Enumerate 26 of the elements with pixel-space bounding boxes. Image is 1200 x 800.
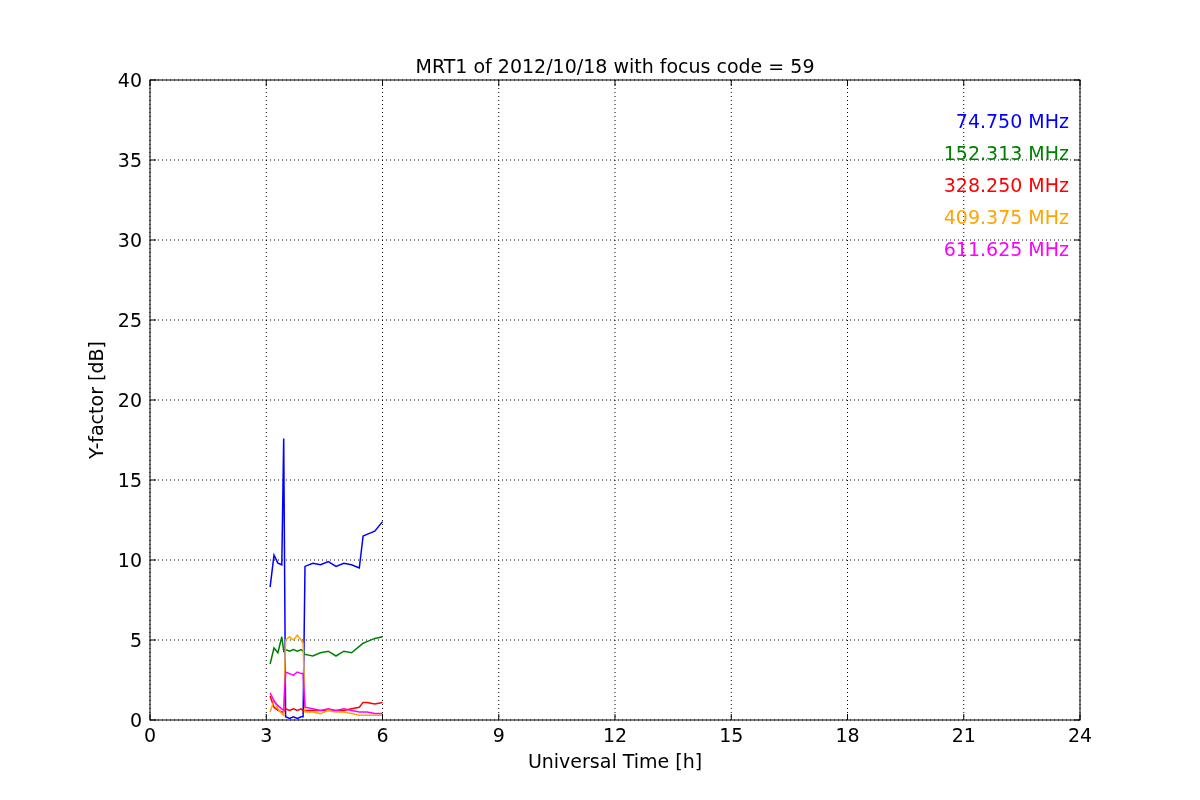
tick-label: 24 xyxy=(1067,724,1093,746)
tick-label: 6 xyxy=(376,724,389,746)
tick-label: 21 xyxy=(951,724,976,746)
tick-label: 40 xyxy=(117,69,142,91)
tick-label: 18 xyxy=(835,724,860,746)
tick-label: 9 xyxy=(492,724,505,746)
tick-label: 35 xyxy=(117,149,142,171)
tick-label: 30 xyxy=(117,229,142,251)
tick-label: 12 xyxy=(602,724,628,746)
tick-label: 25 xyxy=(117,309,142,331)
axis-label: Universal Time [h] xyxy=(527,750,703,772)
legend-label: 152.313 MHz xyxy=(943,142,1069,164)
tick-label: 15 xyxy=(719,724,744,746)
tick-label: 3 xyxy=(260,724,273,746)
tick-label: 5 xyxy=(129,629,142,651)
tick-label: 10 xyxy=(117,549,142,571)
legend-label: 328.250 MHz xyxy=(943,174,1069,196)
tick-label: 0 xyxy=(143,724,157,746)
chart-title: MRT1 of 2012/10/18 with focus code = 59 xyxy=(415,55,815,77)
tick-label: 0 xyxy=(129,709,142,731)
legend-label: 74.750 MHz xyxy=(955,110,1069,132)
legend-label: 409.375 MHz xyxy=(943,206,1069,228)
legend-label: 611.625 MHz xyxy=(943,238,1069,260)
tick-label: 15 xyxy=(117,469,142,491)
axis-label: Y-factor [dB] xyxy=(85,341,107,459)
tick-label: 20 xyxy=(117,389,142,411)
